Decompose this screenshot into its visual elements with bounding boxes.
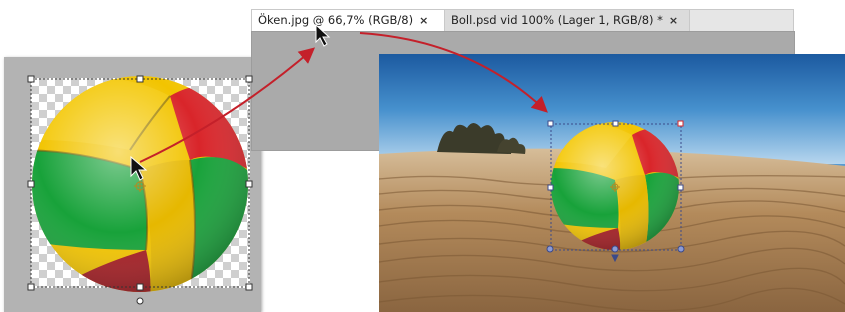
- overlay-graphics: [27, 23, 685, 305]
- mouse-pointer-icon: [315, 23, 331, 47]
- drag-arrow-to-canvas: [359, 32, 548, 113]
